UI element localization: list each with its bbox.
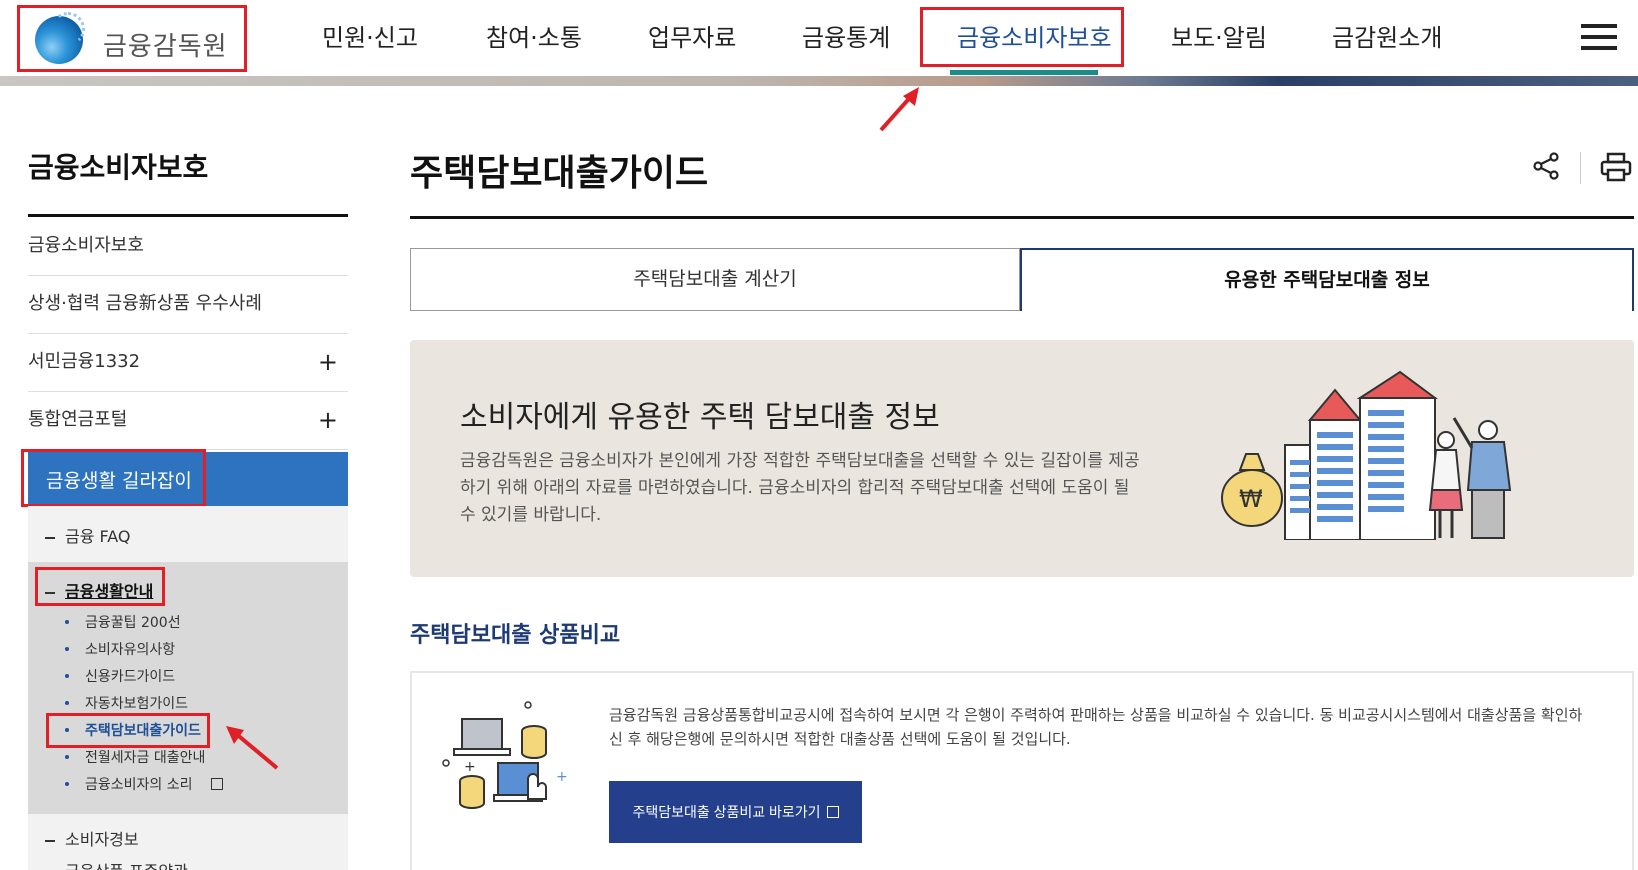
leaf-label: 전월세자금 대출안내 [85, 750, 206, 766]
sidebar-item-consumer-protection[interactable]: 금융소비자보호 [28, 218, 348, 276]
nav-item-participation[interactable]: 참여·소통 [486, 18, 582, 58]
submenu-faq[interactable]: 금융 FAQ [45, 523, 131, 547]
sidebar-item-label: 금융소비자보호 [28, 235, 144, 256]
computer-coins-icon: + + [442, 701, 568, 809]
submenu-label: 소비자경보 [65, 830, 139, 849]
leaf-highlight-box [46, 713, 210, 748]
fss-emblem-icon [35, 12, 85, 64]
annotation-arrow-icon [879, 87, 919, 132]
leaf-rent-loan[interactable]: 전월세자금 대출안내 [64, 747, 206, 767]
leaf-label: 신용카드가이드 [85, 669, 176, 685]
expand-plus-icon[interactable]: + [318, 392, 338, 448]
won-symbol: ₩ [1239, 485, 1263, 513]
tab-calculator[interactable]: 주택담보대출 계산기 [410, 248, 1020, 311]
sidebar-title: 금융소비자보호 [28, 151, 209, 184]
share-icon[interactable] [1532, 152, 1560, 180]
compare-description: 금융감독원 금융상품통합비교공시에 접속하여 보시면 각 은행이 주력하여 판매… [609, 706, 1583, 748]
sidebar-item-pension[interactable]: 통합연금포털 + [28, 392, 348, 450]
sidebar-item-cooperation[interactable]: 상생·협력 금융新상품 우수사례 [28, 276, 348, 334]
product-compare-box: + + 금융감독원 금융상품통합비교공시에 접속하여 보시면 각 은행이 주력하… [410, 671, 1634, 870]
leaf-credit-card[interactable]: 신용카드가이드 [64, 666, 176, 686]
info-banner: 소비자에게 유용한 주택 담보대출 정보 금융감독원은 금융소비자가 본인에게 … [410, 340, 1634, 577]
print-icon[interactable] [1600, 152, 1632, 182]
expand-plus-icon[interactable]: + [318, 334, 338, 390]
leaf-consumer-voice[interactable]: 금융소비자의 소리 [65, 774, 223, 794]
toolbar-divider [1580, 152, 1581, 184]
leaf-tips[interactable]: 금융꿀팁 200선 [65, 612, 181, 632]
submenu-highlight-box [35, 567, 165, 606]
banner-title: 소비자에게 유용한 주택 담보대출 정보 [460, 400, 940, 435]
site-header: 금융감독원 민원·신고 참여·소통 업무자료 금융통계 금융소비자보호 보도·알… [0, 0, 1638, 76]
hero-image-strip [0, 76, 1638, 86]
nav-highlight-box [920, 7, 1124, 67]
leaf-label: 금융꿀팁 200선 [85, 615, 181, 631]
sidebar-item-label: 상생·협력 금융新상품 우수사례 [28, 293, 262, 314]
nav-item-press[interactable]: 보도·알림 [1171, 18, 1267, 58]
sidebar-item-label: 서민금융1332 [28, 351, 141, 372]
external-link-icon [210, 778, 223, 790]
logo[interactable]: 금융감독원 [17, 5, 247, 72]
houses-people-illustration-icon: ₩ [1221, 370, 1512, 540]
nav-item-statistics[interactable]: 금융통계 [802, 18, 890, 58]
logo-text: 금융감독원 [103, 32, 228, 62]
leaf-label: 자동차보험가이드 [85, 696, 189, 712]
dash-icon [45, 536, 55, 539]
hamburger-menu-icon[interactable] [1581, 24, 1617, 50]
annotation-arrow-icon [226, 726, 279, 770]
nav-active-underline [950, 70, 1098, 75]
submenu-label: 금융 FAQ [65, 527, 131, 546]
svg-text:+: + [464, 759, 476, 775]
submenu-consumer-alert[interactable]: 소비자경보 [45, 826, 139, 850]
leaf-label: 소비자유의사항 [85, 642, 176, 658]
leaf-car-insurance[interactable]: 자동차보험가이드 [64, 693, 189, 713]
compare-link-button[interactable]: 주택담보대출 상품비교 바로가기 [609, 781, 862, 843]
submenu-label: 금융상품 표준약관 [65, 862, 188, 870]
page-title: 주택담보대출가이드 [410, 153, 709, 194]
external-link-icon [826, 806, 839, 818]
nav-item-resources[interactable]: 업무자료 [648, 18, 736, 58]
title-divider [410, 216, 1634, 219]
leaf-label: 금융소비자의 소리 [85, 777, 193, 793]
sidebar-item-1332[interactable]: 서민금융1332 + [28, 334, 348, 392]
leaf-cautions[interactable]: 소비자유의사항 [64, 639, 176, 659]
banner-description: 금융감독원은 금융소비자가 본인에게 가장 적합한 주택담보대출을 선택할 수 … [460, 451, 1140, 525]
dash-icon [45, 839, 55, 842]
page: 금융감독원 민원·신고 참여·소통 업무자료 금융통계 금융소비자보호 보도·알… [0, 0, 1638, 870]
sidebar-highlight-box [21, 449, 206, 507]
nav-item-complaint[interactable]: 민원·신고 [322, 18, 418, 58]
svg-text:+: + [556, 769, 568, 785]
submenu-standard-terms[interactable]: 금융상품 표준약관 [45, 858, 188, 870]
section-title: 주택담보대출 상품비교 [410, 623, 621, 648]
compare-button-label: 주택담보대출 상품비교 바로가기 [632, 804, 821, 820]
nav-item-about[interactable]: 금감원소개 [1332, 18, 1442, 58]
tab-useful-info[interactable]: 유용한 주택담보대출 정보 [1020, 248, 1634, 311]
sidebar-item-label: 통합연금포털 [28, 409, 128, 430]
sidebar-divider [28, 214, 348, 217]
